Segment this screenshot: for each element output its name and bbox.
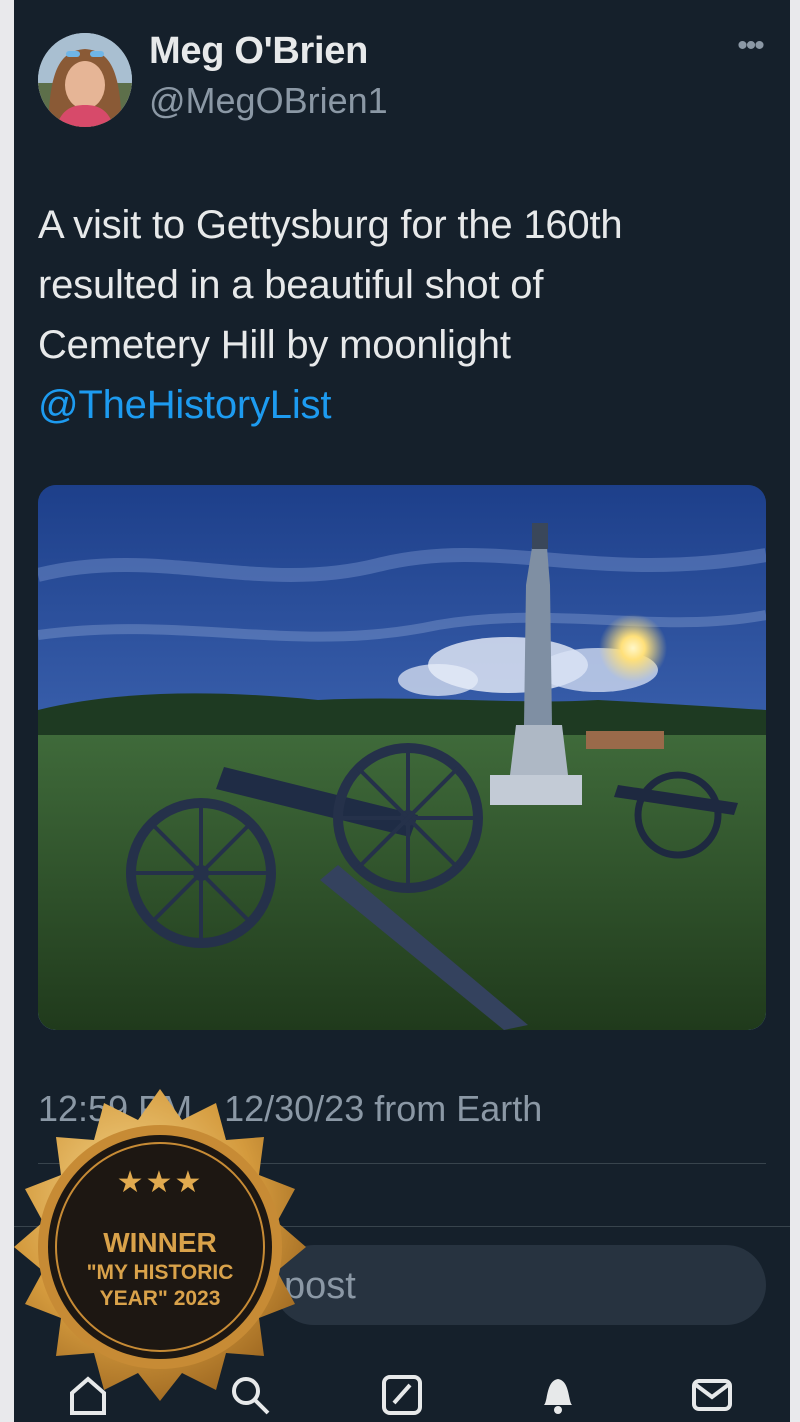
mention-link[interactable]: @TheHistoryList [38,375,758,435]
author-name[interactable]: Meg O'Brien [149,30,368,73]
mail-icon[interactable] [690,1373,734,1417]
badge-line-1: WINNER [103,1227,217,1258]
tweet-text-line: Cemetery Hill by moonlight [38,323,511,367]
tweet-text: A visit to Gettysburg for the 160th resu… [38,195,758,435]
badge-line-3: YEAR" 2023 [99,1287,221,1310]
badge-line-2: "MY HISTORIC [86,1261,234,1284]
tweet-text-line: resulted in a beautiful shot of [38,263,544,307]
more-dots-icon: ••• [737,29,764,62]
tweet-text-line: A visit to Gettysburg for the 160th [38,203,623,247]
more-options-button[interactable]: ••• [730,31,770,64]
winner-badge: ★★★ WINNER "MY HISTORIC YEAR" 2023 [0,1085,320,1405]
avatar[interactable] [38,33,132,127]
compose-icon[interactable] [380,1373,424,1417]
tweet-photo[interactable] [38,485,766,1030]
author-handle[interactable]: @MegOBrien1 [149,80,388,122]
bell-icon[interactable] [536,1373,580,1417]
badge-stars: ★★★ [116,1166,204,1199]
tweet: Meg O'Brien @MegOBrien1 ••• A visit to G… [14,0,790,1239]
